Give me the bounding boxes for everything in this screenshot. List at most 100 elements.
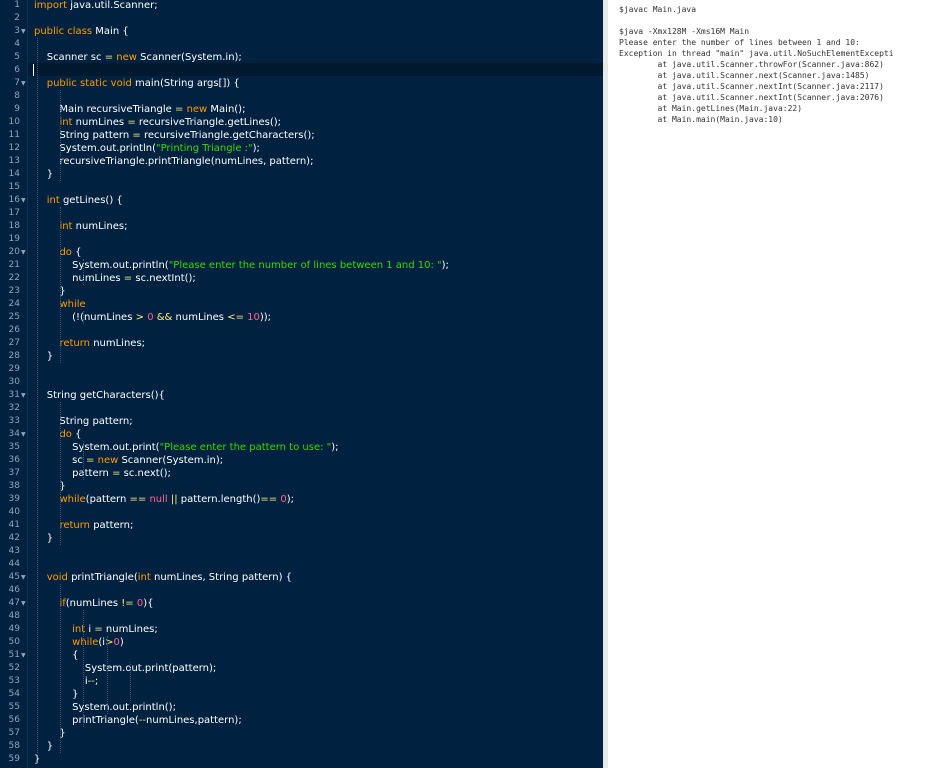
code-line[interactable]: (!(numLines > 0 && numLines <= 10));	[34, 311, 271, 324]
line-number: 2	[14, 13, 20, 23]
code-token: =	[123, 273, 133, 284]
code-token: {	[71, 247, 82, 258]
code-line[interactable]: String pattern;	[34, 415, 132, 428]
code-line[interactable]: import java.util.Scanner;	[34, 0, 158, 12]
text-cursor	[33, 64, 34, 76]
code-line[interactable]: String pattern = recursiveTriangle.getCh…	[34, 129, 314, 142]
console-line: Exception in thread "main" java.util.NoS…	[619, 49, 894, 58]
console-line: at java.util.Scanner.throwFor(Scanner.ja…	[619, 60, 884, 69]
line-number: 47	[8, 598, 20, 608]
code-token: Main recursiveTriangle	[34, 104, 175, 115]
indent-guide	[83, 441, 85, 480]
code-line[interactable]: System.out.print(pattern);	[34, 662, 216, 675]
code-line[interactable]: while(pattern == null || pattern.length(…	[34, 493, 294, 506]
code-line[interactable]: System.out.println("Printing Triangle :"…	[34, 142, 260, 155]
code-token: static	[80, 78, 108, 89]
line-number: 6	[14, 65, 20, 75]
code-token: class	[67, 26, 93, 37]
code-line[interactable]: System.out.println();	[34, 701, 176, 714]
code-line[interactable]: }	[34, 753, 40, 766]
code-token: 10	[247, 312, 260, 323]
code-line[interactable]: System.out.print("Please enter the patte…	[34, 441, 338, 454]
indent-guide	[83, 259, 85, 285]
code-token: }	[34, 689, 79, 700]
code-token: int	[137, 572, 151, 583]
code-line[interactable]: int getLines() {	[34, 194, 123, 207]
code-line[interactable]: do {	[34, 428, 81, 441]
code-token: new	[97, 455, 119, 466]
code-line[interactable]: recursiveTriangle.printTriangle(numLines…	[34, 155, 313, 168]
code-token: String getCharacters(){	[34, 390, 165, 401]
code-token: System.out.print(pattern);	[34, 663, 217, 674]
code-line[interactable]: if(numLines != 0){	[34, 597, 153, 610]
fold-toggle-icon[interactable]: ▼	[21, 194, 26, 207]
code-token: pattern.length()	[177, 494, 261, 505]
code-line[interactable]: int numLines = recursiveTriangle.getLine…	[34, 116, 281, 129]
line-number: 9	[14, 104, 20, 114]
indent-guide	[37, 38, 38, 753]
code-token: ==	[260, 494, 278, 505]
code-token: System.out.print(	[34, 442, 160, 453]
code-token: >	[135, 312, 144, 323]
code-line[interactable]: do {	[34, 246, 81, 259]
code-line[interactable]: sc = new Scanner(System.in);	[34, 454, 223, 467]
code-token: sc.nextInt();	[132, 273, 196, 284]
code-token: int	[59, 221, 73, 232]
code-line[interactable]: public static void main(String args[]) {	[34, 77, 240, 90]
code-token: void	[110, 78, 132, 89]
code-line[interactable]: }	[34, 688, 79, 701]
code-line[interactable]: int numLines;	[34, 220, 127, 233]
code-token: int	[46, 195, 60, 206]
code-token: numLines,pattern);	[146, 715, 242, 726]
code-token: pattern;	[90, 520, 134, 531]
code-line[interactable]: return pattern;	[34, 519, 133, 532]
code-token: =	[127, 117, 136, 128]
line-number: 30	[8, 377, 20, 387]
line-number: 39	[8, 494, 20, 504]
code-line[interactable]: pattern = sc.next();	[34, 467, 171, 480]
fold-toggle-icon[interactable]: ▼	[21, 25, 26, 38]
console-line: $java -Xmx128M -Xms16M Main	[619, 27, 750, 36]
indent-guide	[106, 636, 108, 714]
code-token: "Please enter the number of lines betwee…	[168, 260, 442, 271]
code-line[interactable]: i--;	[34, 675, 98, 688]
line-number: 16	[8, 195, 20, 205]
code-line[interactable]: {	[34, 649, 78, 662]
fold-toggle-icon[interactable]: ▼	[21, 77, 26, 90]
fold-toggle-icon[interactable]: ▼	[21, 597, 26, 610]
code-token: i	[85, 624, 95, 635]
code-line[interactable]: String getCharacters(){	[34, 389, 165, 402]
line-number: 12	[8, 143, 20, 153]
code-token: );	[252, 143, 260, 154]
code-line[interactable]: int i = numLines;	[34, 623, 158, 636]
indent-guide	[129, 662, 131, 701]
fold-toggle-icon[interactable]: ▼	[21, 246, 26, 259]
code-token: System.out.println();	[34, 702, 176, 713]
code-line[interactable]: return numLines;	[34, 337, 145, 350]
fold-toggle-icon[interactable]: ▼	[21, 428, 26, 441]
code-line[interactable]: numLines = sc.nextInt();	[34, 272, 196, 285]
fold-toggle-icon[interactable]: ▼	[21, 649, 26, 662]
code-editor[interactable]: 1 2 3 ▼ 4 5 6 7 ▼ 8 9 10 11 12 13 14 15 16 ▼ 17 18 19 20 ▼ 21 22 2…	[0, 0, 603, 768]
code-token: import	[34, 0, 68, 11]
code-line[interactable]: public class Main {	[34, 25, 129, 38]
code-line[interactable]: Main recursiveTriangle = new Main();	[34, 103, 245, 116]
code-line[interactable]: void printTriangle(int numLines, String …	[34, 571, 292, 584]
line-number: 58	[8, 741, 20, 751]
code-token: !=	[121, 598, 134, 609]
line-number: 54	[8, 689, 20, 699]
code-line[interactable]: while(i>0)	[34, 636, 124, 649]
code-token: =	[94, 624, 103, 635]
code-line[interactable]: printTriangle(--numLines,pattern);	[34, 714, 242, 727]
console-output-pane[interactable]: $javac Main.java $java -Xmx128M -Xms16M M…	[608, 0, 929, 768]
code-line[interactable]: System.out.println("Please enter the num…	[34, 259, 449, 272]
code-token: main(String args[]) {	[131, 78, 240, 89]
line-number: 40	[8, 507, 20, 517]
code-token: <=	[227, 312, 244, 323]
code-token: do	[59, 247, 72, 258]
code-line[interactable]: Scanner sc = new Scanner(System.in);	[34, 51, 242, 64]
fold-toggle-icon[interactable]: ▼	[21, 571, 26, 584]
line-number: 46	[8, 585, 20, 595]
fold-toggle-icon[interactable]: ▼	[21, 389, 26, 402]
